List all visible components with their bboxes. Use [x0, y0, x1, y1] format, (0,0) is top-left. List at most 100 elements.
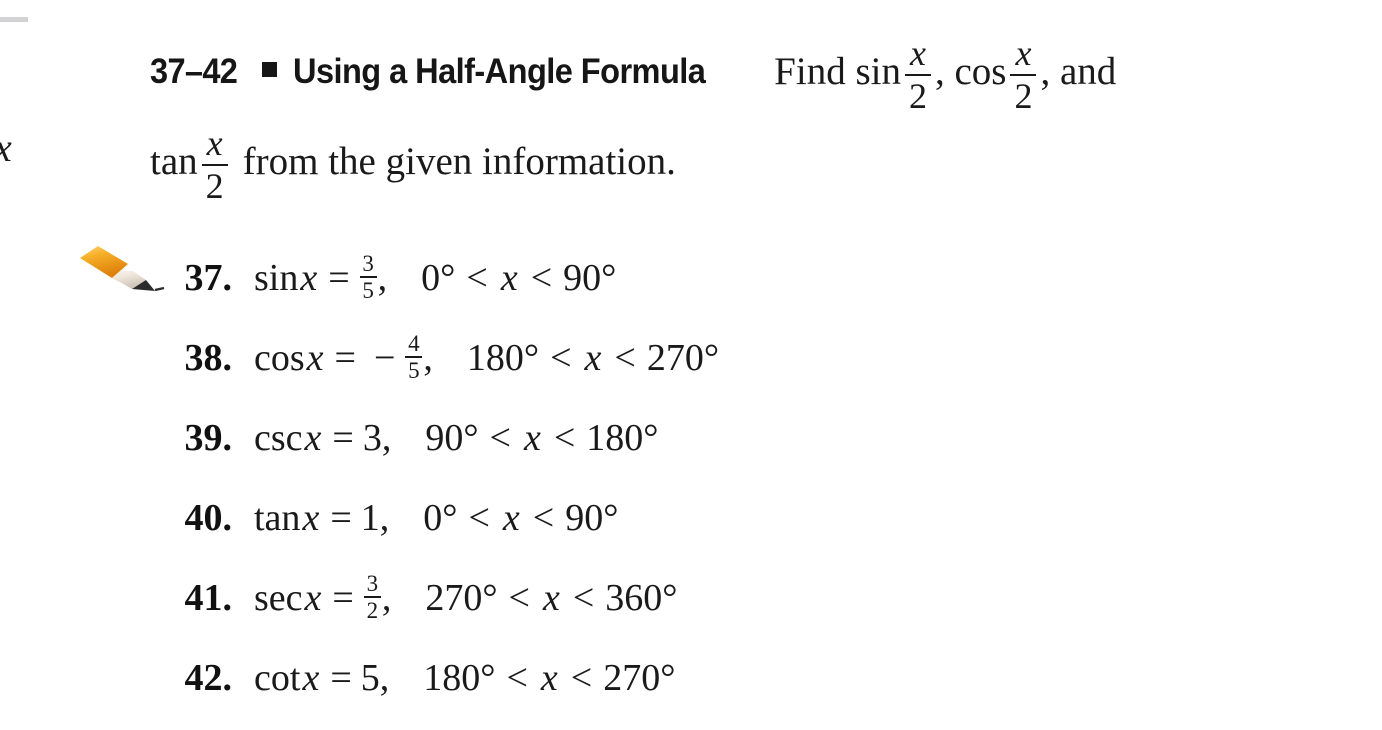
- variable: x: [304, 417, 322, 459]
- margin-rule: [0, 17, 28, 22]
- intro-prose-instruction: from the given information.: [242, 139, 676, 183]
- upper-bound: 270°: [603, 657, 676, 699]
- variable: x: [302, 657, 320, 699]
- fraction-x-over-2-tan: x 2: [201, 123, 228, 206]
- relation-lt-2: <: [614, 337, 636, 379]
- fraction-numerator: x: [206, 123, 223, 164]
- exercise-range-label: 37–42: [150, 51, 238, 91]
- fraction-numerator: 3: [362, 251, 374, 277]
- exercise-row[interactable]: 42. cot x = 5 , 180° < x < 270°: [0, 638, 1382, 718]
- equals-sign: =: [330, 657, 352, 699]
- fraction-numerator: x: [1015, 33, 1032, 74]
- exercise-body: cot x = 5 , 180° < x < 270°: [254, 656, 675, 700]
- value: 3: [362, 417, 382, 459]
- relation-lt-1: <: [550, 337, 572, 379]
- condition-variable: x: [523, 417, 541, 459]
- exercise-row[interactable]: 38. cos x = − 4 5 , 180° < x < 270°: [0, 318, 1382, 398]
- fraction-denominator: 5: [362, 277, 374, 303]
- exercise-number: 39.: [184, 417, 233, 459]
- relation-lt-1: <: [489, 417, 511, 459]
- relation-lt-1: <: [508, 577, 530, 619]
- margin-stray-x: x: [0, 128, 12, 168]
- minus-sign: −: [373, 337, 396, 379]
- lower-bound: 180°: [466, 337, 540, 379]
- lower-bound: 270°: [425, 577, 498, 619]
- intro-prose-tan: tan: [150, 139, 198, 183]
- condition-variable: x: [502, 497, 520, 539]
- relation-lt-2: <: [572, 577, 595, 619]
- exercise-number: 42.: [184, 657, 233, 699]
- fraction-numerator: 4: [408, 331, 420, 357]
- relation-lt-2: <: [553, 417, 576, 459]
- exercise-row[interactable]: 39. csc x = 3 , 90° < x < 180°: [0, 398, 1382, 478]
- trig-function: cot: [254, 657, 301, 699]
- lower-bound: 90°: [425, 417, 479, 459]
- upper-bound: 90°: [565, 497, 619, 539]
- fraction-numerator: 3: [366, 571, 379, 597]
- comma: ,: [423, 337, 433, 379]
- value: 5: [360, 657, 380, 699]
- exercise-number: 38.: [184, 337, 233, 379]
- equals-sign: =: [332, 577, 354, 619]
- fraction-denominator: 5: [408, 357, 420, 383]
- lower-bound: 0°: [421, 257, 456, 299]
- value-fraction: 3 5: [359, 251, 377, 303]
- exercise-number: 40.: [184, 497, 233, 539]
- relation-lt-2: <: [530, 257, 553, 299]
- relation-lt-2: <: [532, 497, 555, 539]
- condition-variable: x: [540, 657, 558, 699]
- exercise-row[interactable]: 40. tan x = 1 , 0° < x < 90°: [0, 478, 1382, 558]
- comma: ,: [377, 257, 388, 299]
- exercise-list: 37. sin x = 3 5 , 0° < x < 90° 38. cos x…: [0, 238, 1382, 718]
- intro-prose-find-sin: Find sin: [774, 49, 901, 93]
- fraction-x-over-2-cos: x 2: [1010, 33, 1037, 114]
- exercise-number: 37.: [184, 257, 233, 299]
- relation-lt-1: <: [466, 257, 488, 299]
- intro-line-2: tan x 2 from the given information.: [150, 116, 1380, 208]
- relation-lt-2: <: [570, 657, 593, 699]
- exercise-body: sin x = 3 5 , 0° < x < 90°: [254, 251, 617, 303]
- intro-line-1: 37–42 Using a Half-Angle Formula Find si…: [150, 28, 1380, 116]
- value-fraction: 3 2: [363, 571, 381, 622]
- intro-prose-cos: , cos: [934, 49, 1007, 93]
- variable: x: [302, 497, 320, 539]
- upper-bound: 360°: [605, 577, 678, 619]
- lower-bound: 0°: [423, 497, 458, 539]
- exercise-row[interactable]: 41. sec x = 3 2 , 270° < x < 360°: [0, 558, 1382, 638]
- trig-function: sec: [254, 577, 303, 619]
- condition-variable: x: [542, 577, 560, 619]
- value: 1: [360, 497, 380, 539]
- upper-bound: 270°: [646, 337, 720, 379]
- trig-function: cos: [254, 337, 305, 379]
- exercise-group-intro: 37–42 Using a Half-Angle Formula Find si…: [150, 28, 1380, 208]
- value-fraction: 4 5: [405, 331, 423, 383]
- equals-sign: =: [332, 417, 354, 459]
- intro-prose-and: , and: [1040, 49, 1117, 93]
- exercise-row[interactable]: 37. sin x = 3 5 , 0° < x < 90°: [0, 238, 1382, 318]
- trig-function: sin: [254, 257, 299, 299]
- relation-lt-1: <: [506, 657, 528, 699]
- variable: x: [306, 337, 324, 379]
- upper-bound: 180°: [586, 417, 659, 459]
- trig-function: tan: [254, 497, 301, 539]
- trig-function: csc: [254, 417, 303, 459]
- lower-bound: 180°: [423, 657, 496, 699]
- exercise-body: cos x = − 4 5 , 180° < x < 270°: [254, 331, 720, 383]
- exercise-body: sec x = 3 2 , 270° < x < 360°: [254, 571, 678, 623]
- condition-variable: x: [500, 257, 518, 299]
- equals-sign: =: [334, 337, 356, 379]
- group-title: Using a Half-Angle Formula: [292, 51, 706, 91]
- comma: ,: [381, 417, 392, 459]
- comma: ,: [381, 577, 392, 619]
- comma: ,: [379, 497, 390, 539]
- fraction-denominator: 2: [908, 76, 927, 116]
- fraction-denominator: 2: [205, 166, 224, 206]
- variable: x: [300, 257, 318, 299]
- condition-variable: x: [584, 337, 602, 379]
- equals-sign: =: [330, 497, 352, 539]
- fraction-x-over-2-sin: x 2: [904, 35, 931, 116]
- upper-bound: 90°: [563, 257, 617, 299]
- square-bullet-icon: [261, 61, 277, 77]
- exercise-body: tan x = 1 , 0° < x < 90°: [254, 496, 618, 540]
- variable: x: [304, 577, 322, 619]
